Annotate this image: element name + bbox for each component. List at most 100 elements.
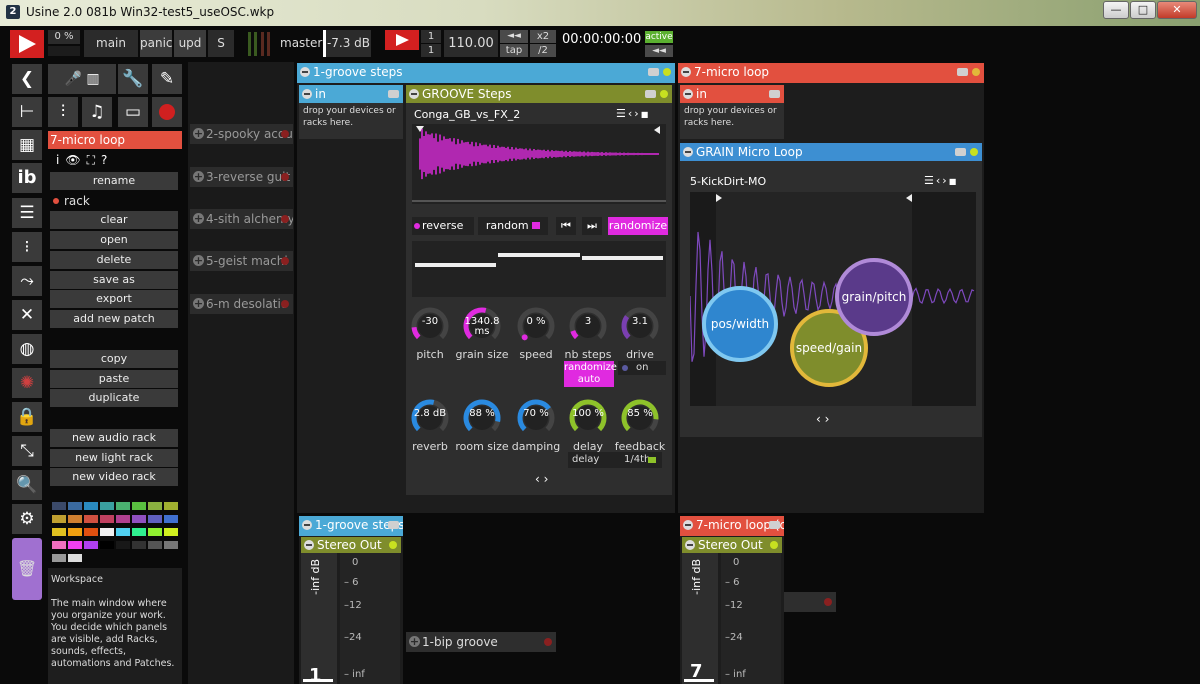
palette-swatch[interactable] xyxy=(68,554,82,562)
micro-in-header[interactable]: in xyxy=(680,85,784,103)
groove-out-header[interactable]: 1-groove steps xyxy=(299,516,403,536)
grain-header[interactable]: GRAIN Micro Loop xyxy=(680,143,982,161)
camera-icon[interactable] xyxy=(648,68,659,76)
clear-button[interactable]: clear xyxy=(50,211,178,229)
knob-damping[interactable]: 70 % damping xyxy=(512,398,560,453)
rack-item[interactable]: 5-geist machi xyxy=(190,251,293,271)
camera-icon[interactable] xyxy=(388,90,399,98)
rack-item[interactable]: 4-sith alchemy xyxy=(190,209,293,229)
main-button[interactable]: main xyxy=(84,30,138,57)
tree-icon[interactable]: ⊢ xyxy=(12,97,42,127)
grain-sample-nav[interactable]: ☰‹›■ xyxy=(924,174,974,187)
palette-swatch[interactable] xyxy=(100,515,114,523)
palette-swatch[interactable] xyxy=(68,502,82,510)
rack-item[interactable]: 2-spooky acou xyxy=(190,124,293,144)
palette-swatch[interactable] xyxy=(68,541,82,549)
collapse-icon[interactable]: ⤡ xyxy=(12,436,42,466)
color-palette[interactable] xyxy=(50,502,178,562)
volume-fader[interactable]: -inf dB 1 xyxy=(301,553,337,684)
sidebar-tools[interactable]: i👁⛶? xyxy=(48,151,182,169)
knob-pitch[interactable]: -30 pitch xyxy=(410,306,450,361)
gear-icon[interactable]: ⚙ xyxy=(12,504,42,534)
lock-icon[interactable]: 🔒 xyxy=(12,402,42,432)
palette-swatch[interactable] xyxy=(68,528,82,536)
palette-swatch[interactable] xyxy=(100,541,114,549)
master-volume[interactable]: -7.3 dB xyxy=(323,30,371,57)
random-toggle[interactable]: random xyxy=(478,217,548,235)
knob-feedback[interactable]: 85 % feedback xyxy=(615,398,665,453)
palette-swatch[interactable] xyxy=(100,528,114,536)
sequencer-icon[interactable]: ♫ xyxy=(82,97,112,127)
faders-icon[interactable]: ⫶ xyxy=(48,97,78,127)
palette-swatch[interactable] xyxy=(52,515,66,523)
add-new-patch-button[interactable]: add new patch xyxy=(50,310,178,328)
palette-swatch[interactable] xyxy=(52,502,66,510)
bpm-field[interactable]: 110.00 xyxy=(444,30,498,57)
footer-nav-icon[interactable]: ‹ › xyxy=(816,412,836,426)
camera-icon[interactable] xyxy=(388,521,399,529)
groove-waveform[interactable] xyxy=(412,124,666,204)
palette-swatch[interactable] xyxy=(148,541,162,549)
expand-icon[interactable]: ⛶ xyxy=(87,153,101,167)
upd-button[interactable]: upd xyxy=(174,30,206,57)
copy-button[interactable]: copy xyxy=(50,350,178,368)
active-rewind-button[interactable]: ◄◄ xyxy=(645,45,673,57)
micro-out-header[interactable]: 7-micro loop (c xyxy=(680,516,784,536)
active-indicator[interactable]: active xyxy=(645,31,673,43)
help-icon[interactable]: ? xyxy=(101,153,113,167)
palette-swatch[interactable] xyxy=(164,515,178,523)
grid-icon[interactable]: ▦ xyxy=(12,130,42,160)
reverse-toggle[interactable]: reverse xyxy=(412,217,474,235)
pos-width-pad[interactable]: pos/width xyxy=(702,286,778,362)
back-icon[interactable]: ❮ xyxy=(12,64,42,94)
trash-icon[interactable]: 🗑 xyxy=(12,538,42,600)
knob-delay[interactable]: 100 % delay xyxy=(568,398,608,453)
palette-swatch[interactable] xyxy=(116,515,130,523)
palette-swatch[interactable] xyxy=(68,515,82,523)
rack-item[interactable]: 3-reverse guit xyxy=(190,167,293,187)
ib-icon[interactable]: ib xyxy=(12,163,42,193)
palette-swatch[interactable] xyxy=(148,528,162,536)
footer-nav-icon[interactable]: ‹ › xyxy=(535,472,555,486)
div2-button[interactable]: /2 xyxy=(530,44,556,57)
new-video-rack-button[interactable]: new video rack xyxy=(50,468,178,486)
minimize-button[interactable]: — xyxy=(1103,1,1129,19)
maximize-button[interactable]: □ xyxy=(1130,1,1156,19)
s-button[interactable]: S xyxy=(208,30,234,57)
randomize-auto-button[interactable]: randomize auto xyxy=(564,361,617,387)
grain-pitch-pad[interactable]: grain/pitch xyxy=(835,258,913,336)
camera-icon[interactable] xyxy=(645,90,656,98)
tap-button[interactable]: tap xyxy=(500,44,528,57)
panic-button[interactable]: panic xyxy=(140,30,173,57)
blocks-icon[interactable]: ▭ xyxy=(118,97,148,127)
rack-item[interactable]: 6-m desolatio xyxy=(190,294,293,314)
palette-swatch[interactable] xyxy=(116,541,130,549)
knob-grain-size[interactable]: 1340.8 ms grain size xyxy=(455,306,509,361)
delete-button[interactable]: delete xyxy=(50,251,178,269)
palette-swatch[interactable] xyxy=(52,541,66,549)
info-icon[interactable]: i xyxy=(56,153,65,167)
connector-icon[interactable]: ⤳ xyxy=(12,266,42,296)
delay-sync-selector[interactable]: delay 1/4th xyxy=(568,452,662,468)
palette-swatch[interactable] xyxy=(84,541,98,549)
grain-xy-pad[interactable]: pos/width speed/gain grain/pitch xyxy=(689,192,976,406)
rename-button[interactable]: rename xyxy=(50,172,178,190)
palette-swatch[interactable] xyxy=(132,502,146,510)
duplicate-button[interactable]: duplicate xyxy=(50,389,178,407)
step-sequencer[interactable] xyxy=(412,241,666,297)
step-bottom[interactable]: 1 xyxy=(421,44,441,57)
groove-footer-patch[interactable]: 1-bip groove xyxy=(406,632,556,652)
menu-icon[interactable]: ☰ xyxy=(924,174,936,187)
instruments-icon[interactable]: 🎤 ▥ xyxy=(48,64,116,94)
skip-forward-icon[interactable]: ⏭ xyxy=(582,217,602,235)
mixer-icon[interactable]: ⁝ xyxy=(12,232,42,262)
transport-play-button[interactable] xyxy=(385,30,419,50)
camera-icon[interactable] xyxy=(769,90,780,98)
groove-rack-header[interactable]: 1-groove steps xyxy=(297,63,675,83)
skip-back-icon[interactable]: ⏮ xyxy=(556,217,576,235)
randomize-button[interactable]: randomize xyxy=(608,217,668,235)
record-icon[interactable] xyxy=(152,97,182,127)
knob-speed[interactable]: 0 % speed xyxy=(516,306,556,361)
in-drop-zone[interactable]: drop your devices or racks here. xyxy=(299,103,403,139)
camera-icon[interactable] xyxy=(769,521,780,529)
